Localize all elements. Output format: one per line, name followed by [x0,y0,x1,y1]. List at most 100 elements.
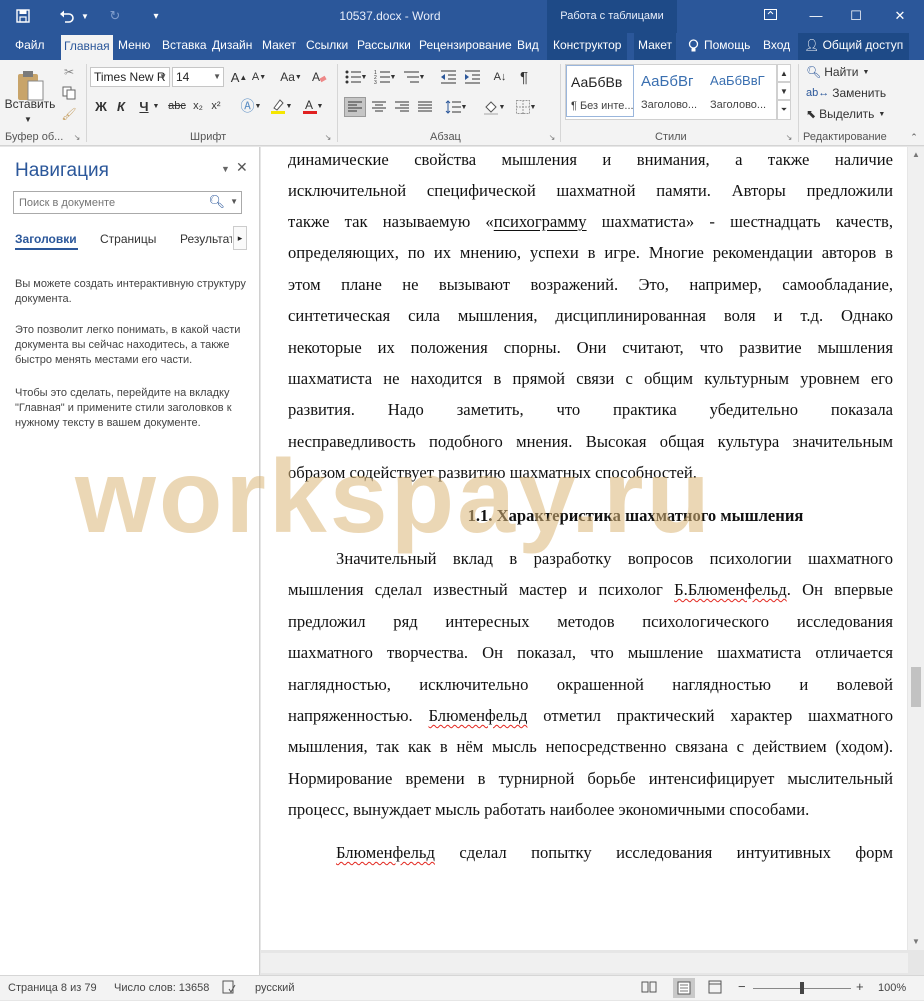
select-button[interactable]: ⬉ Выделить ▼ [806,105,885,123]
nav-tab-results[interactable]: Результаты [180,232,232,246]
pane-options-icon[interactable]: ▼ [221,164,230,174]
shading-icon[interactable]: ▼ [480,97,508,117]
tab-design[interactable]: Дизайн [212,33,252,60]
proofing-icon[interactable] [222,980,236,997]
print-layout-icon[interactable] [673,978,695,998]
clipboard-launcher-icon[interactable]: ↘ [72,132,82,142]
styles-scroll-up-icon[interactable]: ▲ [777,64,791,82]
spelling-error-word[interactable]: психограмму [494,212,587,231]
style-heading-2[interactable]: АаБбВвГ Заголово... [706,65,774,117]
font-color-icon[interactable]: A ▼ [300,97,326,115]
italic-button[interactable]: К [113,97,129,115]
highlight-color-icon[interactable]: ▼ [268,97,294,115]
vertical-scrollbar[interactable]: ▲ ▼ [908,147,924,950]
text-effects-icon[interactable]: Ⓐ ▼ [240,97,262,115]
zoom-level[interactable]: 100% [878,982,906,994]
bold-button[interactable]: Ж [93,97,109,115]
decrease-indent-icon[interactable] [438,68,458,86]
tab-table-layout[interactable]: Макет [634,33,676,60]
styles-scroll-down-icon[interactable]: ▼ [777,82,791,100]
shrink-font-icon[interactable]: A ▼ [250,68,268,86]
share-button[interactable]: 👤︎ Общий доступ [798,33,910,60]
styles-launcher-icon[interactable]: ↘ [784,132,794,142]
underline-button[interactable]: Ч [136,97,152,115]
undo-dropdown-icon[interactable]: ▼ [80,7,90,25]
find-button[interactable]: 🔍︎ Найти ▼ [806,63,869,81]
close-icon[interactable]: ✕ [890,6,910,26]
tab-file[interactable]: Файл [15,33,45,60]
borders-icon[interactable]: ▼ [512,97,540,117]
scroll-thumb[interactable] [911,667,921,707]
undo-icon[interactable] [58,7,76,25]
justify-icon[interactable] [414,97,436,117]
format-painter-icon[interactable]: 🖌︎ [60,105,78,123]
scroll-up-icon[interactable]: ▲ [912,150,920,159]
font-launcher-icon[interactable]: ↘ [323,132,333,142]
replace-button[interactable]: ab↔ Заменить [806,84,886,102]
tab-review[interactable]: Рецензирование [419,33,512,60]
cut-icon[interactable]: ✂ [60,63,78,81]
tab-mailings[interactable]: Рассылки [357,33,411,60]
search-icon[interactable]: 🔍︎ [208,194,225,210]
copy-icon[interactable] [60,84,78,102]
increase-indent-icon[interactable] [462,68,482,86]
line-spacing-icon[interactable]: ▼ [442,97,470,117]
align-center-icon[interactable] [368,97,390,117]
nav-tabs-scroll-icon[interactable]: ▸ [233,226,247,250]
tab-references[interactable]: Ссылки [306,33,348,60]
web-layout-icon[interactable] [708,980,722,997]
tab-table-design[interactable]: Конструктор [547,33,628,60]
scroll-down-icon[interactable]: ▼ [912,937,920,946]
clear-formatting-icon[interactable]: A [310,68,328,86]
collapse-ribbon-icon[interactable]: ⌃ [908,132,920,142]
style-heading-1[interactable]: АаБбВг Заголово... [637,65,705,117]
nav-tab-headings[interactable]: Заголовки [15,232,77,246]
tab-view[interactable]: Вид [517,33,539,60]
tell-me-icon[interactable] [688,33,699,60]
show-paragraph-marks-icon[interactable]: ¶ [514,68,534,86]
zoom-slider-thumb[interactable] [800,982,804,994]
spelling-error-word[interactable]: Блюменфельд [429,706,528,725]
align-left-icon[interactable] [344,97,366,117]
tab-layout[interactable]: Макет [262,33,296,60]
tab-home[interactable]: Главная [61,35,113,60]
tab-help[interactable]: Помощь [704,33,750,60]
paste-button-label[interactable]: Вставить [5,96,56,112]
bullets-icon[interactable]: ▼ [343,68,369,86]
customize-quick-access-icon[interactable]: ▾ [150,7,162,25]
numbering-icon[interactable]: 1 2 3 ▼ [372,68,398,86]
horizontal-scrollbar[interactable] [261,953,908,973]
save-icon[interactable] [14,7,32,25]
zoom-out-icon[interactable]: − [738,979,746,994]
word-count[interactable]: Число слов: 13658 [114,982,209,994]
multilevel-list-icon[interactable]: ▼ [401,68,427,86]
paste-dropdown-icon[interactable]: ▼ [18,113,38,125]
paragraph-launcher-icon[interactable]: ↘ [547,132,557,142]
align-right-icon[interactable] [391,97,413,117]
minimize-icon[interactable]: — [806,6,826,26]
tab-menu[interactable]: Меню [118,33,150,60]
document-page[interactable]: динамические свойства мышления и внимани… [261,147,907,950]
maximize-icon[interactable]: ☐ [846,6,866,26]
ribbon-display-options-icon[interactable] [760,6,780,26]
grow-font-icon[interactable]: A ▲ [230,68,248,86]
spelling-error-word[interactable]: Б.Блюменфельд [674,580,787,599]
font-size-select[interactable]: 14 ▼ [172,67,224,87]
page-count[interactable]: Страница 8 из 79 [8,982,97,994]
sign-in-link[interactable]: Вход [763,33,790,60]
search-options-icon[interactable]: ▼ [230,197,238,206]
font-name-select[interactable]: Times New R ▼ [90,67,170,87]
styles-more-icon[interactable]: ⏷ [777,100,791,120]
language[interactable]: русский [255,982,294,994]
zoom-in-icon[interactable]: + [856,979,864,994]
navigation-search-input[interactable] [14,192,204,213]
sort-icon[interactable]: A↓ [490,68,510,86]
underline-dropdown-icon[interactable]: ▼ [152,101,160,111]
superscript-button[interactable]: x² [208,97,224,115]
strikethrough-button[interactable]: abc [166,97,188,115]
style-normal[interactable]: АаБбВв ¶ Без инте... [566,65,634,117]
read-mode-icon[interactable] [641,980,657,997]
nav-tab-pages[interactable]: Страницы [100,232,156,246]
subscript-button[interactable]: x₂ [190,97,206,115]
tab-insert[interactable]: Вставка [162,33,207,60]
